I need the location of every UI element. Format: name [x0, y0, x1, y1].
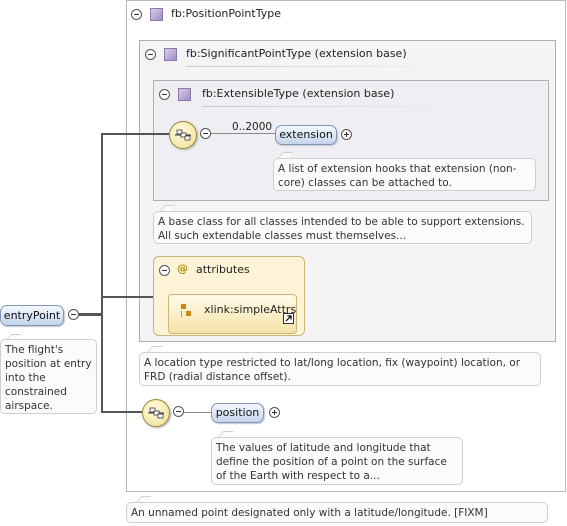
attributes-title: attributes: [196, 263, 250, 276]
collapse-position-point-type-icon[interactable]: [131, 9, 142, 20]
reference-link-icon[interactable]: [283, 313, 294, 324]
collapse-significant-point-type-icon[interactable]: [145, 49, 156, 60]
position-element[interactable]: position: [211, 403, 264, 423]
expand-position-icon[interactable]: [269, 407, 280, 418]
sequence-compositor-icon[interactable]: [142, 399, 170, 427]
attribute-group-icon: [181, 304, 195, 318]
extension-cardinality: 0..2000: [232, 121, 273, 133]
complex-type-icon: [164, 48, 177, 61]
connector-line: [103, 296, 153, 298]
attributes-at-symbol: @: [177, 262, 188, 275]
extension-documentation: A list of extension hooks that extension…: [273, 158, 536, 191]
connector-line: [101, 411, 142, 413]
collapse-sequence-icon[interactable]: [173, 406, 184, 417]
complex-type-icon: [178, 88, 191, 101]
connector-line: [184, 412, 211, 413]
sequence-compositor-icon[interactable]: [169, 121, 197, 149]
header-divider: [186, 66, 456, 67]
extension-element[interactable]: extension: [275, 125, 337, 145]
entry-point-documentation: The flight's position at entry into the …: [0, 339, 97, 414]
complex-type-icon: [150, 8, 163, 21]
header-divider: [202, 106, 462, 107]
expand-extension-icon[interactable]: [341, 129, 352, 140]
extensible-type-title: fb:ExtensibleType (extension base): [202, 87, 395, 100]
position-point-type-title: fb:PositionPointType: [171, 7, 281, 20]
connector-line: [101, 133, 169, 135]
entry-point-element[interactable]: entryPoint: [0, 305, 64, 326]
collapse-attributes-icon[interactable]: [159, 265, 170, 276]
connector-line: [101, 134, 103, 412]
collapse-extensible-type-icon[interactable]: [159, 89, 170, 100]
position-documentation: The values of latitude and longitude tha…: [211, 437, 463, 485]
connector-line: [79, 313, 103, 316]
entry-point-type-documentation: An unnamed point designated only with a …: [126, 502, 548, 523]
collapse-sequence-icon[interactable]: [200, 128, 211, 139]
collapse-entry-point-icon[interactable]: [68, 309, 79, 320]
significant-point-type-documentation: A base class for all classes intended to…: [153, 211, 532, 244]
significant-point-type-title: fb:SignificantPointType (extension base): [186, 47, 407, 60]
position-point-type-documentation: A location type restricted to lat/long l…: [139, 352, 541, 386]
